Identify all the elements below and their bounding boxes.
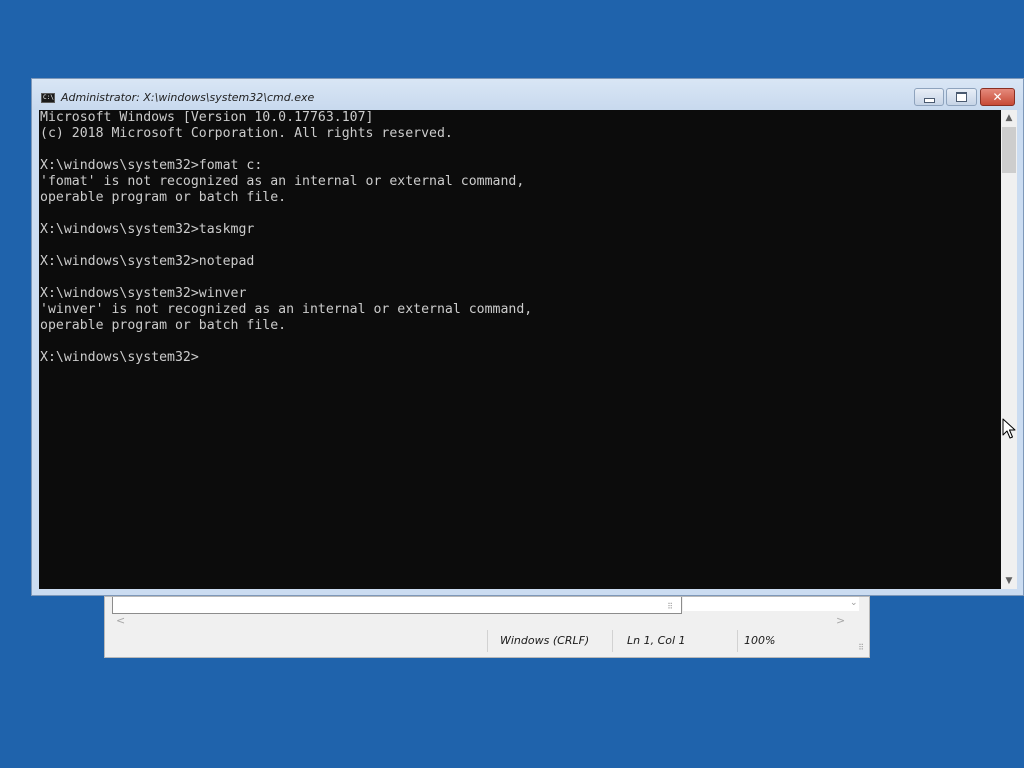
scrollbar-thumb[interactable] [1002,127,1016,173]
close-button[interactable]: ✕ [980,88,1015,106]
scroll-down-icon[interactable]: ▼ [1001,573,1017,589]
notepad-horizontal-scrollbar[interactable]: < > [112,614,862,628]
notepad-vertical-scrollbar-track[interactable] [683,597,859,611]
minimize-icon [923,97,935,103]
scroll-up-icon[interactable]: ▲ [1001,110,1017,126]
status-zoom: 100% [737,630,857,652]
console-text[interactable]: Microsoft Windows [Version 10.0.17763.10… [40,110,532,366]
scroll-right-icon[interactable]: > [836,615,845,627]
minimize-button[interactable] [914,88,944,106]
size-grip-icon[interactable]: ⠿ [858,644,864,652]
mouse-pointer-icon [1002,418,1016,439]
notepad-text-area[interactable]: ⠿ [112,597,682,614]
notepad-status-bar: Windows (CRLF) Ln 1, Col 1 100% [105,630,869,652]
notepad-window[interactable]: ⠿ ⌄ < > Windows (CRLF) Ln 1, Col 1 100% … [104,596,870,658]
console-vertical-scrollbar[interactable]: ▲ ▼ [1001,110,1017,589]
maximize-button[interactable] [946,88,977,106]
resize-grip-icon: ⠿ [667,602,673,611]
scroll-left-icon[interactable]: < [116,615,125,627]
console-output[interactable]: Microsoft Windows [Version 10.0.17763.10… [39,110,1001,589]
maximize-icon [956,92,967,102]
cmd-window[interactable]: C:\ Administrator: X:\windows\system32\c… [31,78,1024,596]
status-cursor-position: Ln 1, Col 1 [612,630,737,652]
command-prompt-icon[interactable]: C:\ [41,93,55,103]
title-bar[interactable]: C:\ Administrator: X:\windows\system32\c… [32,79,1023,110]
desktop: ⠿ ⌄ < > Windows (CRLF) Ln 1, Col 1 100% … [0,0,1024,768]
status-encoding: Windows (CRLF) [487,630,612,652]
scroll-down-icon[interactable]: ⌄ [850,599,858,608]
window-title: Administrator: X:\windows\system32\cmd.e… [61,91,315,104]
close-icon: ✕ [992,90,1003,104]
